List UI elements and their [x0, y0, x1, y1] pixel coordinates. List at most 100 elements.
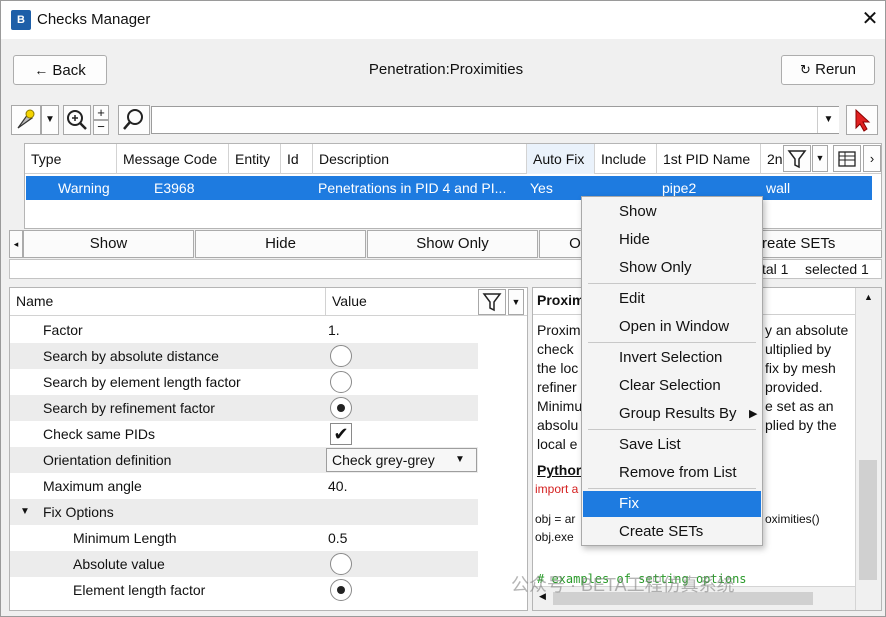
context-menu: Show Hide Show Only Edit Open in Window …	[581, 196, 763, 546]
menu-item-create-sets[interactable]: Create SETs	[583, 519, 761, 545]
pointer-tool-dropdown[interactable]: ▼	[41, 105, 59, 135]
option-row-element-length-factor: Search by element length factor	[10, 369, 478, 395]
help-scrollbar[interactable]: ▲	[855, 288, 881, 610]
pick-button[interactable]	[846, 105, 878, 135]
menu-item-remove-from-list[interactable]: Remove from List	[583, 460, 761, 486]
column-header-name[interactable]: Name	[16, 293, 53, 309]
menu-item-clear-selection[interactable]: Clear Selection	[583, 373, 761, 399]
show-button[interactable]: Show	[23, 230, 194, 258]
help-text-left: Proxim check the loc refiner Minimu abso…	[537, 322, 583, 452]
absolute-value-radio[interactable]	[330, 553, 352, 575]
table-gutter	[9, 143, 24, 229]
column-header-auto-fix[interactable]: Auto Fix	[527, 144, 595, 174]
menu-item-show[interactable]: Show	[583, 199, 761, 225]
menu-item-open-in-window[interactable]: Open in Window	[583, 314, 761, 340]
help-title: Proxim	[537, 292, 585, 308]
options-panel: Name Value ▼ Factor 1. Search by absolut…	[9, 287, 528, 611]
cell-2nd-pid-name: wall	[766, 180, 791, 196]
menu-separator	[588, 488, 756, 489]
columns-button[interactable]	[833, 145, 861, 172]
column-header-message-code[interactable]: Message Code	[117, 144, 229, 174]
element-length-factor-radio[interactable]	[330, 371, 352, 393]
option-row-maximum-angle: Maximum angle 40.	[10, 473, 478, 499]
option-name: Maximum angle	[43, 478, 142, 494]
action-bar-scroll-left[interactable]: ◂	[9, 230, 23, 258]
code-import: import a	[535, 482, 579, 496]
refinement-factor-radio[interactable]	[330, 397, 352, 419]
option-row-factor: Factor 1.	[10, 317, 478, 343]
back-arrow-icon: ←	[34, 62, 49, 78]
column-header-include[interactable]: Include	[595, 144, 657, 174]
search-history-dropdown[interactable]: ▼	[817, 107, 839, 133]
scroll-thumb[interactable]	[859, 460, 877, 580]
rerun-icon: ↻	[800, 62, 811, 77]
menu-item-save-list[interactable]: Save List	[583, 432, 761, 458]
zoom-button[interactable]	[63, 105, 91, 135]
option-name: Factor	[43, 322, 83, 338]
status-selected: selected 1	[805, 261, 869, 277]
fix-element-length-factor-radio[interactable]	[330, 579, 352, 601]
option-name: Check same PIDs	[43, 426, 156, 442]
back-button[interactable]: ← Back	[13, 55, 107, 85]
table-filter-dropdown[interactable]: ▼	[812, 145, 828, 172]
watermark: 公众号 · BETA工程仿真系统	[511, 575, 735, 595]
create-sets-button[interactable]: reate SETs	[751, 230, 882, 258]
search-input[interactable]	[151, 106, 839, 134]
pointer-tool-button[interactable]	[11, 105, 41, 135]
search-button[interactable]	[118, 105, 150, 135]
zoom-in-button[interactable]: +	[93, 105, 109, 120]
option-row-check-same-pids: Check same PIDs ✔	[10, 421, 478, 447]
hide-button[interactable]: Hide	[195, 230, 366, 258]
chevron-down-icon: ▼	[45, 114, 55, 125]
menu-item-show-only[interactable]: Show Only	[583, 255, 761, 281]
options-filter-dropdown[interactable]: ▼	[508, 289, 524, 315]
orientation-select[interactable]: Check grey-grey ▼	[326, 448, 477, 472]
menu-item-group-results-by[interactable]: Group Results By ▶	[583, 401, 761, 427]
menu-item-hide[interactable]: Hide	[583, 227, 761, 253]
app-icon: B	[11, 10, 31, 30]
menu-item-edit[interactable]: Edit	[583, 286, 761, 312]
submenu-arrow-icon: ▶	[749, 408, 758, 420]
scroll-columns-right[interactable]: ›	[863, 145, 881, 172]
options-filter-button[interactable]	[478, 289, 506, 315]
chevron-down-icon: ▼	[455, 454, 465, 465]
orientation-select-value: Check grey-grey	[332, 452, 435, 468]
cell-description: Penetrations in PID 4 and PI...	[318, 180, 507, 196]
option-group-fix-options[interactable]: ▼ Fix Options	[10, 499, 478, 525]
cell-type: Warning	[58, 180, 110, 196]
column-header-description[interactable]: Description	[313, 144, 527, 174]
menu-item-label: Group Results By	[619, 405, 737, 422]
chevron-down-icon: ▼	[511, 297, 521, 307]
filter-icon	[787, 150, 807, 169]
code-line-2: obj.exe	[535, 530, 574, 544]
table-filter-button[interactable]	[783, 145, 811, 172]
zoom-out-button[interactable]: −	[93, 120, 109, 135]
menu-item-invert-selection[interactable]: Invert Selection	[583, 345, 761, 371]
column-header-entity[interactable]: Entity	[229, 144, 281, 174]
expand-arrow-icon[interactable]: ▼	[20, 499, 30, 525]
code-line-1: obj = ar	[535, 512, 576, 526]
factor-value[interactable]: 1.	[328, 317, 340, 343]
maximum-angle-value[interactable]: 40.	[328, 473, 347, 499]
column-header-id[interactable]: Id	[281, 144, 313, 174]
search-icon	[123, 109, 143, 130]
menu-separator	[588, 283, 756, 284]
column-header-value[interactable]: Value	[332, 293, 367, 309]
checks-manager-window: B Checks Manager ✕ ← Back Penetration:Pr…	[0, 0, 886, 617]
column-header-1st-pid-name[interactable]: 1st PID Name	[657, 144, 761, 174]
option-name: Search by absolute distance	[43, 348, 219, 364]
help-text-right: y an absolute ultiplied by fix by mesh p…	[765, 322, 849, 433]
column-header-type[interactable]: Type	[25, 144, 117, 174]
title-bar: B Checks Manager ✕	[1, 1, 885, 39]
option-name: Orientation definition	[43, 452, 172, 468]
menu-item-fix[interactable]: Fix	[583, 491, 761, 517]
rerun-button[interactable]: ↻ Rerun	[781, 55, 875, 85]
check-same-pids-checkbox[interactable]: ✔	[330, 423, 352, 445]
scroll-up-icon[interactable]: ▲	[864, 292, 873, 302]
show-only-button[interactable]: Show Only	[367, 230, 538, 258]
minimum-length-value[interactable]: 0.5	[328, 525, 347, 551]
close-icon[interactable]: ✕	[859, 7, 881, 31]
option-name: Search by refinement factor	[43, 400, 215, 416]
option-name: Minimum Length	[73, 530, 177, 546]
absolute-distance-radio[interactable]	[330, 345, 352, 367]
